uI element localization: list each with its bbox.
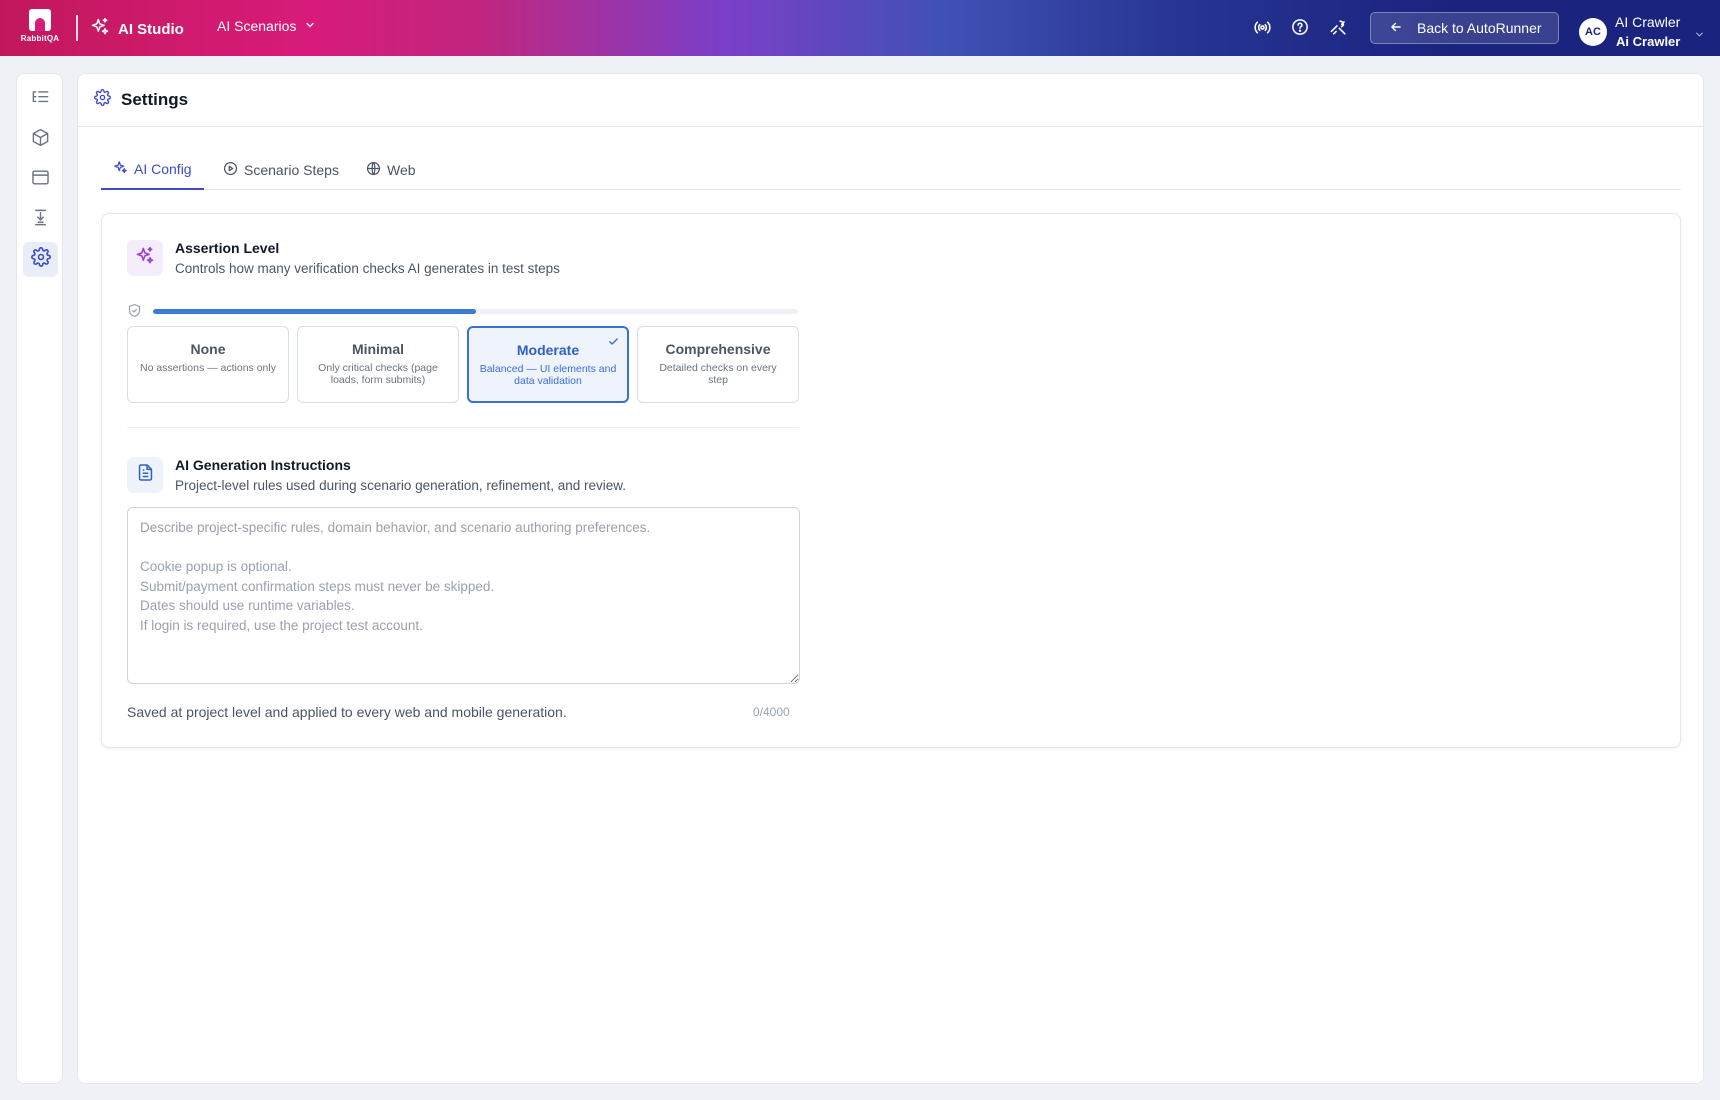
sidebar [16,73,63,1084]
user-name: AI Crawler [1615,14,1681,30]
instructions-title: AI Generation Instructions [175,457,351,473]
logo-text: RabbitQA [20,34,60,43]
chevron-down-icon [1694,27,1705,45]
assertion-subtitle: Controls how many verification checks AI… [175,261,560,276]
character-count: 0/4000 [753,705,790,719]
instructions-subtitle: Project-level rules used during scenario… [175,478,626,493]
ai-studio-title[interactable]: AI Studio [90,17,184,41]
top-bar: RabbitQA AI Studio AI Scenarios Back to … [0,0,1720,56]
arrow-left-icon [1389,20,1403,37]
page-title: Settings [121,90,189,109]
assertion-section-icon [127,240,163,276]
cube-icon [31,128,50,152]
assertion-option-minimal[interactable]: Minimal Only critical checks (page loads… [297,326,459,403]
gear-icon [94,89,111,111]
list-tree-icon [31,88,50,112]
option-description: Detailed checks on every step [659,362,777,386]
play-circle-icon [223,161,238,179]
globe-icon [366,161,381,179]
broadcast-icon[interactable] [1252,17,1272,37]
ai-config-panel: Assertion Level Controls how many verifi… [101,213,1681,748]
assertion-level-progress-fill [153,309,476,314]
assertion-option-none[interactable]: None No assertions — actions only [127,326,289,403]
sidebar-item-steps[interactable] [23,202,58,237]
section-divider [127,427,799,428]
tab-scenario-steps[interactable]: Scenario Steps [211,150,351,190]
tab-ai-config[interactable]: AI Config [101,150,204,190]
assertion-level-progress [153,309,798,314]
help-icon[interactable] [1290,17,1310,37]
sidebar-item-settings[interactable] [23,242,58,277]
settings-tabs: AI Config Scenario Steps Web [101,150,1681,190]
rabbit-logo-icon [29,9,51,31]
avatar: AC [1579,18,1607,46]
rabbitqa-logo[interactable]: RabbitQA [18,9,62,47]
sparkles-icon [135,246,155,271]
assertion-option-moderate[interactable]: Moderate Balanced — UI elements and data… [467,326,629,403]
check-icon [608,334,619,352]
step-into-icon [31,208,50,232]
option-description: No assertions — actions only [140,362,276,374]
tools-icon[interactable] [1328,17,1348,37]
user-names: AI Crawler Ai Crawler [1615,13,1680,51]
app-name: AI Studio [118,20,184,38]
option-name: Moderate [516,342,580,358]
sparkles-icon [90,17,110,41]
option-name: Comprehensive [665,341,771,357]
option-description: Only critical checks (page loads, form s… [318,362,438,386]
tab-label: AI Config [134,161,192,177]
back-button-label: Back to AutoRunner [1417,20,1542,36]
ai-scenarios-label: AI Scenarios [217,18,297,34]
page-header: Settings [78,74,1703,127]
sidebar-item-modules[interactable] [23,122,58,157]
instructions-section-icon [127,457,163,493]
instructions-help-text: Saved at project level and applied to ev… [127,704,567,720]
document-icon [136,463,155,487]
sparkles-icon [113,160,128,178]
tab-label: Scenario Steps [244,162,339,178]
header-divider [76,15,78,41]
shield-check-icon [127,303,142,323]
settings-page: Settings AI Config Scenario Steps Web As… [77,73,1704,1084]
sidebar-item-browser[interactable] [23,162,58,197]
back-to-autorunner-button[interactable]: Back to AutoRunner [1370,12,1559,44]
user-menu[interactable]: AC AI Crawler Ai Crawler [1579,13,1705,51]
browser-window-icon [31,168,50,192]
chevron-down-icon [304,18,316,34]
assertion-option-comprehensive[interactable]: Comprehensive Detailed checks on every s… [637,326,799,403]
option-description: Balanced — UI elements and data validati… [479,363,617,387]
header-icon-group [1252,17,1348,37]
user-subtitle: Ai Crawler [1616,34,1681,49]
option-name: Minimal [351,341,405,357]
gear-icon [30,247,51,272]
tab-label: Web [387,162,416,178]
tab-web[interactable]: Web [354,150,428,190]
instructions-textarea[interactable] [127,507,800,684]
ai-scenarios-menu[interactable]: AI Scenarios [217,18,316,34]
sidebar-item-scenarios[interactable] [23,82,58,117]
option-name: None [190,341,226,357]
assertion-title: Assertion Level [175,240,280,256]
